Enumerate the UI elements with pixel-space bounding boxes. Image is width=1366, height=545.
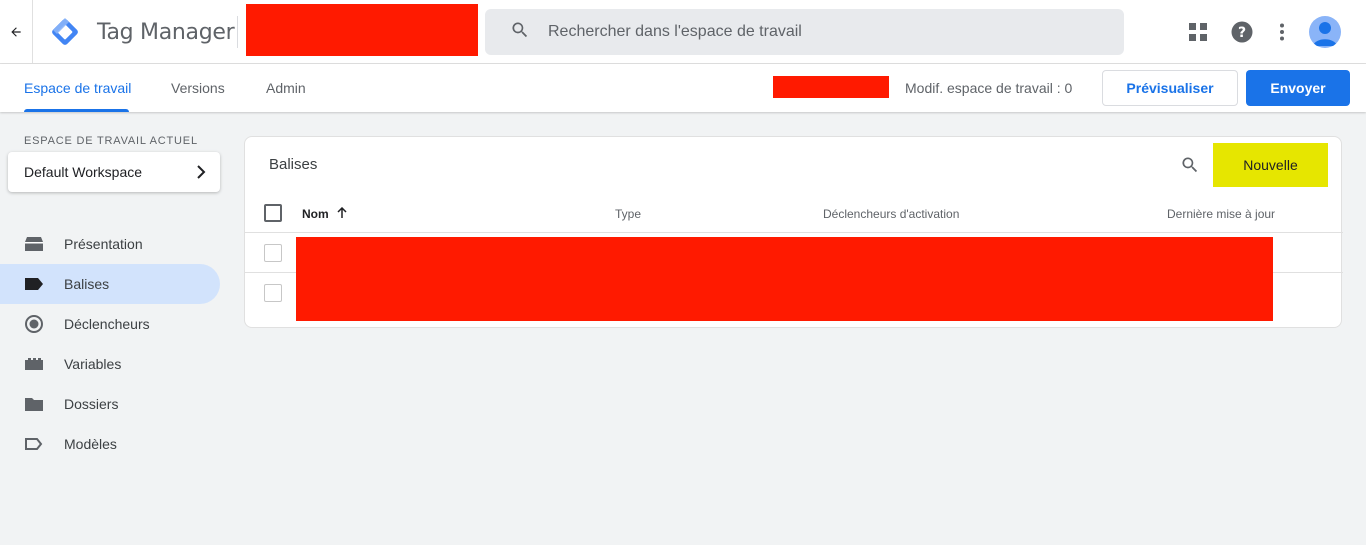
sidebar-item-label: Dossiers (64, 396, 119, 412)
workspace-selector[interactable]: Default Workspace (8, 152, 220, 192)
tab-admin[interactable]: Admin (266, 80, 306, 96)
back-button[interactable] (0, 0, 33, 64)
preview-button[interactable]: Prévisualiser (1102, 70, 1238, 106)
select-all-checkbox[interactable] (264, 204, 282, 222)
row-checkbox[interactable] (264, 244, 282, 262)
redacted-table-rows (296, 237, 1273, 321)
current-workspace-label: ESPACE DE TRAVAIL ACTUEL (24, 135, 198, 147)
help-button[interactable]: ? (1230, 20, 1254, 44)
card-title: Balises (269, 156, 318, 173)
workspace-toolbar: Espace de travail Versions Admin Modif. … (0, 64, 1366, 112)
sidebar-item-triggers[interactable]: Déclencheurs (0, 304, 220, 344)
sidebar-item-tags[interactable]: Balises (0, 264, 220, 304)
tab-workspace[interactable]: Espace de travail (24, 80, 131, 96)
sidebar-item-overview[interactable]: Présentation (0, 224, 220, 264)
sidebar-item-folders[interactable]: Dossiers (0, 384, 220, 424)
sidebar-item-label: Présentation (64, 236, 143, 252)
sort-arrow-up-icon (337, 206, 347, 218)
title-divider (237, 16, 238, 48)
top-app-bar: Tag Manager ? (0, 0, 1366, 64)
table-header: Nom Type Déclencheurs d'activation Derni… (245, 195, 1343, 233)
account-avatar[interactable] (1309, 16, 1341, 48)
workspace-changes-count: Modif. espace de travail : 0 (905, 80, 1073, 96)
apps-grid-icon (1189, 23, 1207, 41)
column-header-last-updated[interactable]: Dernière mise à jour (1167, 207, 1275, 221)
sidebar-item-label: Balises (64, 276, 110, 292)
search-icon[interactable] (1180, 155, 1200, 175)
tag-icon (24, 275, 44, 293)
back-arrow-icon (11, 27, 21, 37)
search-icon (512, 22, 528, 38)
tab-versions[interactable]: Versions (171, 80, 225, 96)
more-vert-icon (1280, 23, 1284, 41)
account-avatar-icon (1313, 22, 1337, 46)
workspace-name: Default Workspace (24, 164, 143, 180)
tags-card: Balises Nouvelle Nom Type Déclencheurs d… (244, 136, 1343, 328)
sidebar-item-label: Variables (64, 356, 122, 372)
apps-button[interactable] (1186, 20, 1210, 44)
variables-icon (24, 355, 44, 373)
template-icon (24, 435, 44, 453)
new-tag-button[interactable]: Nouvelle (1213, 143, 1328, 187)
redacted-account-selector[interactable] (246, 4, 478, 56)
submit-button[interactable]: Envoyer (1246, 70, 1350, 106)
folder-icon (24, 395, 44, 413)
overview-icon (24, 235, 44, 253)
sidebar-item-templates[interactable]: Modèles (0, 424, 220, 464)
column-header-type[interactable]: Type (615, 207, 641, 221)
help-icon: ? (1231, 21, 1253, 43)
sidebar-item-label: Déclencheurs (64, 316, 150, 332)
active-tab-indicator (24, 109, 129, 112)
redacted-workspace-info (773, 76, 889, 98)
svg-text:?: ? (1238, 25, 1246, 41)
column-header-name[interactable]: Nom (302, 206, 348, 221)
sidebar-item-variables[interactable]: Variables (0, 344, 220, 384)
column-header-triggers[interactable]: Déclencheurs d'activation (823, 207, 959, 221)
search-input[interactable] (548, 12, 1108, 52)
gtm-logo-icon[interactable] (48, 15, 82, 49)
chevron-right-icon (197, 165, 206, 179)
row-checkbox[interactable] (264, 284, 282, 302)
sidebar-item-label: Modèles (64, 436, 117, 452)
more-options-button[interactable] (1270, 20, 1294, 44)
column-header-label: Nom (302, 207, 329, 221)
app-title: Tag Manager (97, 20, 235, 45)
trigger-icon (24, 315, 44, 333)
